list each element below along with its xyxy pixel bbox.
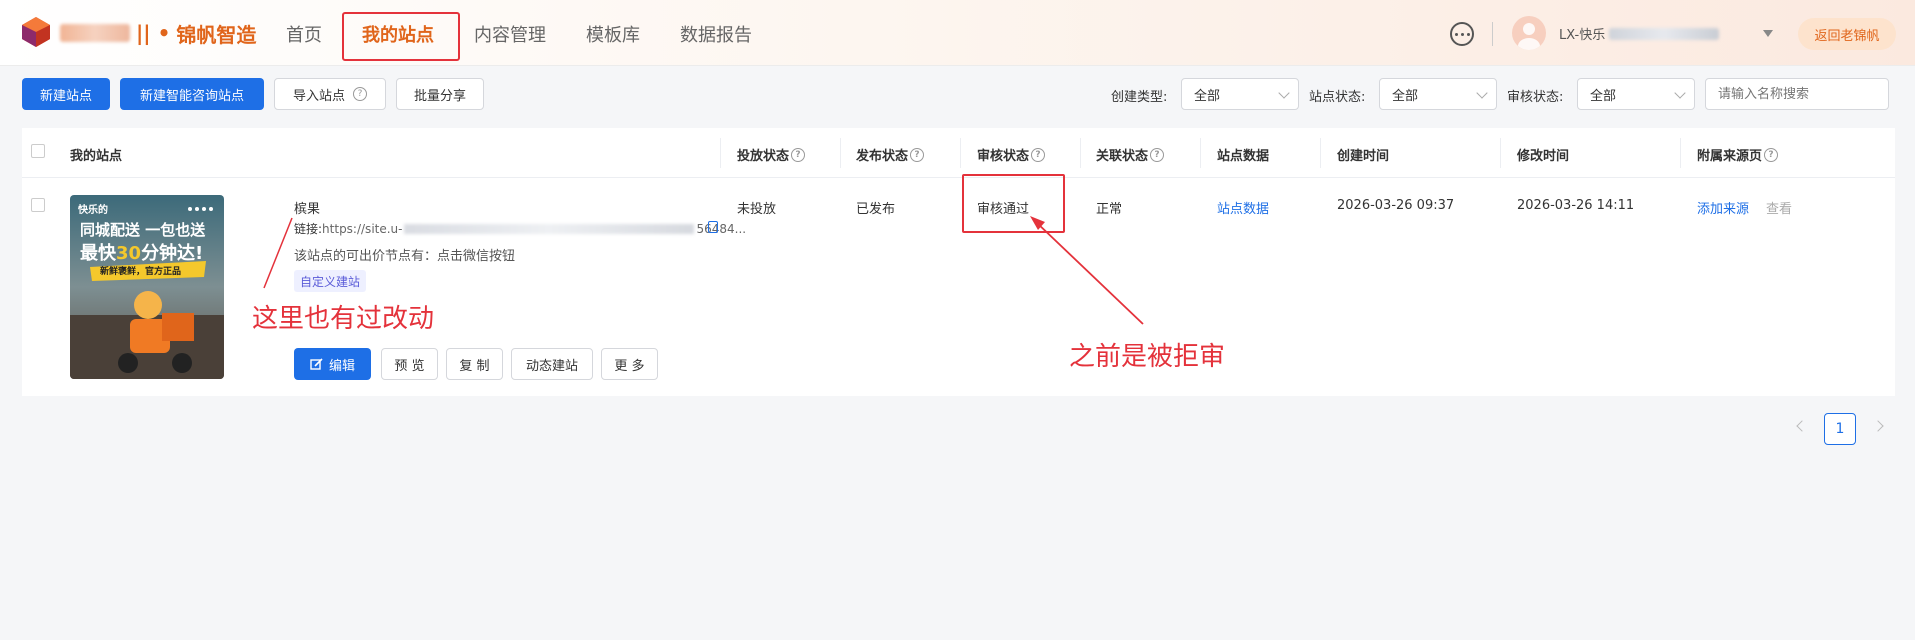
annotation-left: 这里也有过改动 — [252, 304, 435, 334]
page-1-button[interactable]: 1 — [1824, 413, 1856, 445]
annotation-right: 之前是被拒审 — [1069, 342, 1226, 372]
review-status-highlight — [962, 174, 1065, 233]
